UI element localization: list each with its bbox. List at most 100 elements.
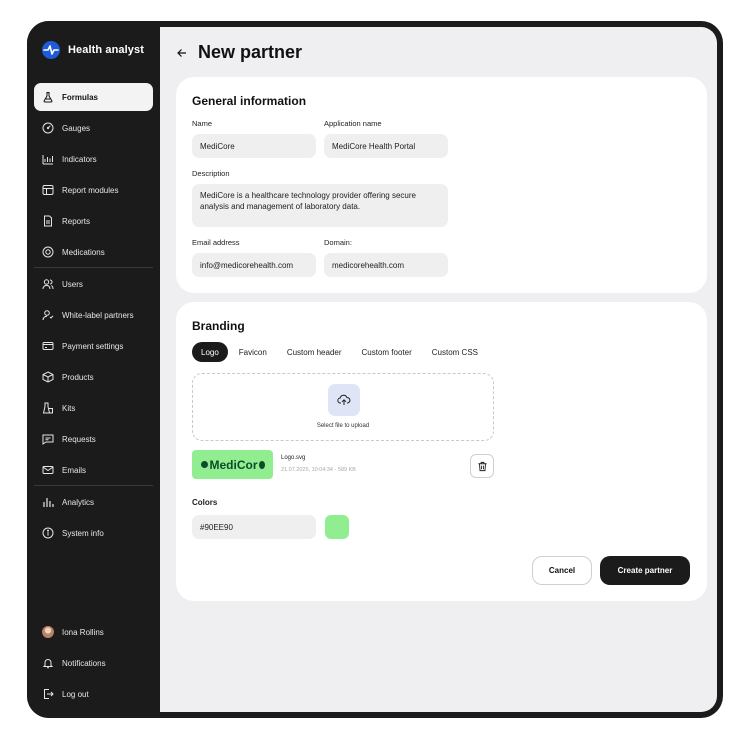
pill-icon (42, 246, 54, 258)
page-title: New partner (198, 42, 303, 62)
kit-icon (42, 402, 53, 414)
partner-icon (42, 310, 54, 321)
sidebar-item-label: Log out (62, 689, 89, 699)
sidebar-item-label: Analytics (62, 497, 95, 507)
bell-icon (42, 659, 54, 669)
user-name: Iona Rollins (62, 627, 104, 637)
sidebar-item-emails[interactable]: Emails (34, 456, 153, 484)
sidebar-item-label: Users (62, 279, 83, 289)
sidebar-item-requests[interactable]: Requests (34, 425, 153, 453)
delete-file-button[interactable] (470, 454, 494, 478)
chart-line-icon (42, 155, 53, 165)
branding-title: Branding (192, 319, 245, 333)
sidebar-item-label: Payment settings (62, 341, 124, 351)
sidebar-item-white-label-partners[interactable]: White-label partners (34, 301, 153, 329)
sidebar-item-analytics[interactable]: Analytics (34, 488, 153, 516)
brand-logo-icon (42, 41, 60, 59)
sidebar-item-label: Formulas (62, 92, 99, 102)
page-header: New partner (176, 42, 302, 63)
name-label: Name (192, 119, 213, 128)
sidebar-item-formulas[interactable]: Formulas (34, 83, 153, 111)
logo-preview-text: MediCor (209, 457, 258, 472)
branding-tabs: Logo Favicon Custom header Custom footer… (192, 342, 487, 362)
sidebar-item-label: Indicators (62, 154, 97, 164)
trash-icon (477, 461, 487, 471)
bar-chart-icon (43, 498, 54, 507)
colors-label: Colors (192, 498, 218, 507)
users-icon (42, 279, 54, 290)
upload-instruction: Select file to upload (316, 423, 370, 429)
sidebar-item-label: Medications (62, 247, 105, 257)
mail-icon (42, 466, 54, 474)
flask-icon (43, 92, 53, 103)
sidebar-divider (34, 267, 153, 268)
tab-custom-css[interactable]: Custom CSS (423, 342, 487, 362)
sidebar-item-label: Requests (62, 434, 96, 444)
cancel-button[interactable]: Cancel (532, 556, 592, 585)
email-field[interactable]: info@medicorehealth.com (192, 253, 316, 277)
payment-icon (42, 342, 54, 350)
user-profile[interactable]: Iona Rollins (34, 618, 153, 646)
file-meta: 21.07.2025, 10:04:34 · 589 KB (281, 467, 356, 473)
info-icon (42, 527, 54, 539)
sidebar-item-gauges[interactable]: Gauges (34, 114, 153, 142)
document-icon (44, 215, 52, 227)
logo-preview: MediCor (192, 450, 273, 479)
sidebar-item-payment-settings[interactable]: Payment settings (34, 332, 153, 360)
upload-dropzone[interactable]: Select file to upload (192, 373, 494, 441)
file-name: Logo.svg (281, 455, 306, 461)
sidebar-item-indicators[interactable]: Indicators (34, 145, 153, 173)
general-information-title: General information (192, 94, 307, 108)
create-partner-button[interactable]: Create partner (600, 556, 690, 585)
sidebar-item-kits[interactable]: Kits (34, 394, 153, 422)
sidebar-item-label: Reports (62, 216, 91, 226)
color-swatch[interactable] (325, 515, 349, 539)
sidebar-item-label: Report modules (62, 185, 119, 195)
sidebar-item-label: White-label partners (62, 310, 134, 320)
sidebar-item-notifications[interactable]: Notifications (34, 649, 153, 677)
sidebar-item-medications[interactable]: Medications (34, 238, 153, 266)
box-icon (42, 371, 54, 383)
message-icon (42, 434, 54, 445)
sidebar-item-label: Notifications (62, 658, 106, 668)
logo-leaf-icon (258, 460, 265, 469)
sidebar-item-label: Products (62, 372, 94, 382)
description-label: Description (192, 169, 230, 178)
tab-favicon[interactable]: Favicon (230, 342, 276, 362)
branding-card: Branding Logo Favicon Custom header Cust… (176, 302, 707, 601)
avatar (42, 626, 54, 638)
email-label: Email address (192, 238, 240, 247)
color-hex-field[interactable]: #90EE90 (192, 515, 316, 539)
brand-name: Health analyst (68, 44, 144, 56)
sidebar-item-report-modules[interactable]: Report modules (34, 176, 153, 204)
domain-field[interactable]: medicorehealth.com (324, 253, 448, 277)
upload-button[interactable] (328, 384, 360, 416)
back-arrow-icon[interactable] (176, 47, 188, 59)
sidebar-divider (34, 485, 153, 486)
sidebar-item-label: System info (62, 528, 104, 538)
layout-icon (42, 185, 54, 195)
sidebar-item-users[interactable]: Users (34, 270, 153, 298)
gauge-icon (42, 122, 54, 134)
main-content: New partner General information Name Med… (160, 27, 717, 712)
name-field[interactable]: MediCore (192, 134, 316, 158)
sidebar-item-reports[interactable]: Reports (34, 207, 153, 235)
sidebar-item-logout[interactable]: Log out (34, 680, 153, 708)
sidebar-item-label: Kits (62, 403, 76, 413)
brand[interactable]: Health analyst (41, 40, 144, 60)
sidebar-item-label: Gauges (62, 123, 91, 133)
application-name-field[interactable]: MediCore Health Portal (324, 134, 448, 158)
description-field[interactable]: MediCore is a healthcare technology prov… (192, 184, 448, 227)
cloud-upload-icon (337, 394, 351, 405)
tab-logo[interactable]: Logo (192, 342, 228, 362)
logout-icon (44, 689, 54, 699)
app-frame: Health analyst Formulas Gauges Indicator… (27, 21, 723, 718)
application-name-label: Application name (324, 119, 382, 128)
domain-label: Domain: (324, 238, 352, 247)
sidebar-item-label: Emails (62, 465, 87, 475)
sidebar-item-products[interactable]: Products (34, 363, 153, 391)
tab-custom-footer[interactable]: Custom footer (353, 342, 421, 362)
sidebar: Health analyst Formulas Gauges Indicator… (27, 21, 160, 718)
tab-custom-header[interactable]: Custom header (278, 342, 351, 362)
sidebar-item-system-info[interactable]: System info (34, 519, 153, 547)
